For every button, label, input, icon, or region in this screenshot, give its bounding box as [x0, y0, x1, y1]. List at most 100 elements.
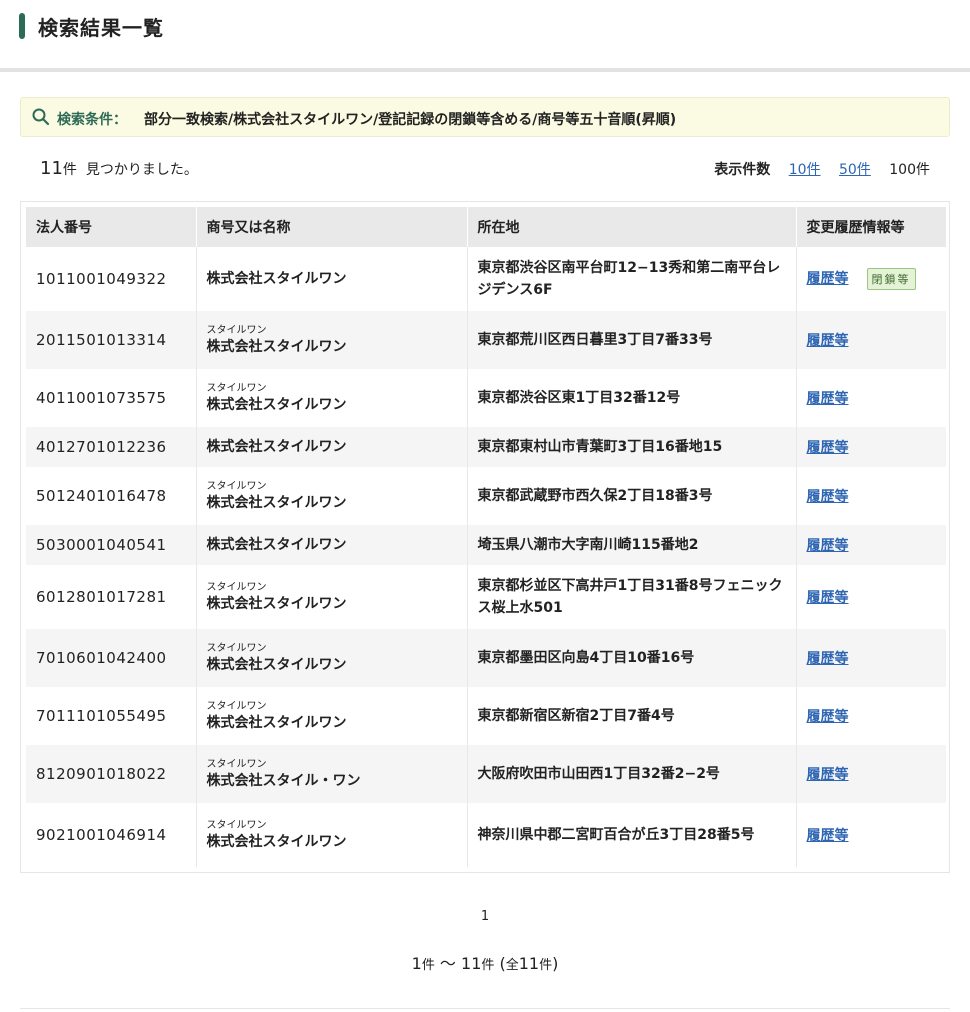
- pagination-current-page: 1: [480, 909, 490, 924]
- address: 東京都荒川区西日暮里3丁目7番33号: [466, 311, 796, 369]
- table-row: 6012801017281 スタイルワン 株式会社スタイルワン 東京都杉並区下高井戸1…: [26, 565, 946, 629]
- name-kana: スタイルワン: [206, 581, 267, 593]
- table-row: 5030001040541 株式会社スタイルワン 埼玉県八潮市大字南川崎115番地2…: [26, 525, 946, 565]
- corporate-number: 5030001040541: [26, 525, 196, 565]
- name-kana: スタイルワン: [206, 819, 267, 831]
- name-cell: スタイルワン 株式会社スタイルワン: [195, 467, 467, 525]
- corporate-name: 株式会社スタイルワン: [206, 494, 347, 511]
- address: 東京都渋谷区東1丁目32番12号: [466, 369, 796, 427]
- search-condition-box: 検索条件： 部分一致検索/株式会社スタイルワン/登記記録の閉鎖等含める/商号等五…: [20, 97, 950, 137]
- result-range: 1件 ～ 11件 (全11件): [411, 954, 559, 973]
- table-row: 8120901018022 スタイルワン 株式会社スタイル・ワン 大阪府吹田市山田西1…: [26, 745, 946, 803]
- corporate-number: 9021001046914: [26, 803, 196, 867]
- page-header: 検索結果一覧: [0, 0, 970, 68]
- corporate-name: 株式会社スタイルワン: [206, 439, 347, 455]
- corporate-name: 株式会社スタイルワン: [206, 271, 347, 287]
- history-link[interactable]: 履歴等: [807, 271, 849, 287]
- history-cell: 履歴等: [795, 427, 946, 467]
- name-cell: スタイルワン株式会社スタイルワン: [195, 369, 467, 427]
- history-link[interactable]: 履歴等: [807, 333, 849, 349]
- address: 大阪府吹田市山田西1丁目32番2−2号: [466, 745, 796, 803]
- range-total: 11: [518, 954, 540, 973]
- per-page-label: 表示件数: [714, 162, 771, 178]
- table-body: 1011001049322 株式会社スタイルワン 東京都渋谷区南平台町12−13秀和…: [26, 247, 946, 867]
- name-cell: スタイルワン 株式会社スタイルワン: [195, 565, 467, 629]
- address: 東京都杉並区下高井戸1丁目31番8号フェニックス桜上水501: [466, 565, 796, 629]
- result-count-unit: 件: [62, 162, 77, 178]
- corporate-number: 7010601042400: [26, 629, 196, 687]
- result-count-suffix: 見つかりました。: [85, 162, 198, 178]
- corporate-name: 株式会社スタイルワン: [206, 714, 347, 731]
- history-cell: 履歴等 閉鎖等: [795, 247, 946, 311]
- address: 神奈川県中郡二宮町百合が丘3丁目28番5号: [466, 803, 796, 867]
- corporate-number: 7011101055495: [26, 687, 196, 745]
- name-cell: 株式会社スタイルワン: [195, 247, 467, 311]
- corporate-number: 4012701012236: [26, 427, 196, 467]
- corporate-name: 株式会社スタイルワン: [206, 338, 347, 355]
- result-count-number: 11: [40, 158, 63, 179]
- corporate-name: 株式会社スタイルワン: [206, 396, 347, 413]
- history-cell: 履歴等: [795, 467, 946, 525]
- name-kana: スタイルワン: [206, 324, 267, 336]
- corporate-name: 株式会社スタイル・ワン: [206, 772, 361, 789]
- per-page-50-link[interactable]: 50件: [839, 162, 871, 178]
- table-row: 1011001049322 株式会社スタイルワン 東京都渋谷区南平台町12−13秀和…: [26, 247, 946, 311]
- history-link[interactable]: 履歴等: [807, 538, 849, 554]
- corporate-number: 1011001049322: [26, 247, 196, 311]
- history-link[interactable]: 履歴等: [807, 767, 849, 783]
- table-row: 7010601042400 スタイルワン 株式会社スタイルワン 東京都墨田区向島4丁目…: [26, 629, 946, 687]
- range-start: 1: [411, 954, 422, 973]
- corporate-number: 8120901018022: [26, 745, 196, 803]
- corporate-number: 4011001073575: [26, 369, 196, 427]
- history-cell: 履歴等: [795, 803, 946, 867]
- name-cell: スタイルワン株式会社スタイルワン: [195, 629, 467, 687]
- name-cell: スタイルワン 株式会社スタイル・ワン: [195, 745, 467, 803]
- header-divider: [0, 68, 970, 72]
- title-accent-bar: [19, 13, 25, 39]
- corporate-number: 2011501013314: [26, 311, 196, 369]
- header-name: 商号又は名称: [195, 207, 467, 247]
- history-cell: 履歴等: [795, 311, 946, 369]
- history-link[interactable]: 履歴等: [807, 709, 849, 725]
- history-cell: 履歴等: [795, 565, 946, 629]
- footer-divider: [20, 1008, 950, 1009]
- name-cell: スタイルワン株式会社スタイルワン: [195, 687, 467, 745]
- history-cell: 履歴等: [795, 629, 946, 687]
- name-cell: スタイルワン株式会社スタイルワン: [195, 803, 467, 867]
- header-corporate-number: 法人番号: [26, 207, 196, 247]
- corporate-name: 株式会社スタイルワン: [206, 537, 347, 553]
- name-kana: スタイルワン: [206, 700, 267, 712]
- results-table: 法人番号 商号又は名称 所在地 変更履歴情報等 1011001049322 株式会…: [26, 207, 946, 867]
- per-page-100-current: 100件: [889, 162, 930, 178]
- history-cell: 履歴等: [795, 369, 946, 427]
- page-title: 検索結果一覧: [38, 16, 164, 40]
- history-link[interactable]: 履歴等: [807, 828, 849, 844]
- address: 埼玉県八潮市大字南川崎115番地2: [466, 525, 796, 565]
- name-cell: 株式会社スタイルワン: [195, 427, 467, 467]
- history-link[interactable]: 履歴等: [807, 489, 849, 505]
- per-page-10-link[interactable]: 10件: [789, 162, 821, 178]
- closed-badge: 閉鎖等: [866, 268, 916, 290]
- table-header-row: 法人番号 商号又は名称 所在地 変更履歴情報等: [26, 207, 946, 247]
- history-link[interactable]: 履歴等: [807, 440, 849, 456]
- history-link[interactable]: 履歴等: [807, 651, 849, 667]
- range-end: 11: [461, 954, 482, 973]
- table-row: 9021001046914 スタイルワン 株式会社スタイルワン 神奈川県中郡二宮町百合…: [26, 803, 946, 867]
- history-cell: 履歴等: [795, 745, 946, 803]
- table-row: 4011001073575 スタイルワン 株式会社スタイルワン 東京都渋谷区東1丁目3…: [26, 369, 946, 427]
- table-row: 4012701012236 株式会社スタイルワン 東京都東村山市青葉町3丁目16番地…: [26, 427, 946, 467]
- corporate-name: 株式会社スタイルワン: [206, 656, 347, 673]
- history-cell: 履歴等: [795, 525, 946, 565]
- address: 東京都東村山市青葉町3丁目16番地15: [466, 427, 796, 467]
- address: 東京都武蔵野市西久保2丁目18番3号: [466, 467, 796, 525]
- corporate-name: 株式会社スタイルワン: [206, 833, 347, 850]
- history-link[interactable]: 履歴等: [807, 590, 849, 606]
- per-page-selector: 表示件数 10件 50件 100件: [714, 159, 930, 179]
- search-icon: [32, 108, 50, 126]
- history-link[interactable]: 履歴等: [807, 391, 849, 407]
- history-cell: 履歴等: [795, 687, 946, 745]
- corporate-number: 6012801017281: [26, 565, 196, 629]
- table-row: 5012401016478 スタイルワン 株式会社スタイルワン 東京都武蔵野市西久保2…: [26, 467, 946, 525]
- name-kana: スタイルワン: [206, 382, 267, 394]
- name-kana: スタイルワン: [206, 642, 267, 654]
